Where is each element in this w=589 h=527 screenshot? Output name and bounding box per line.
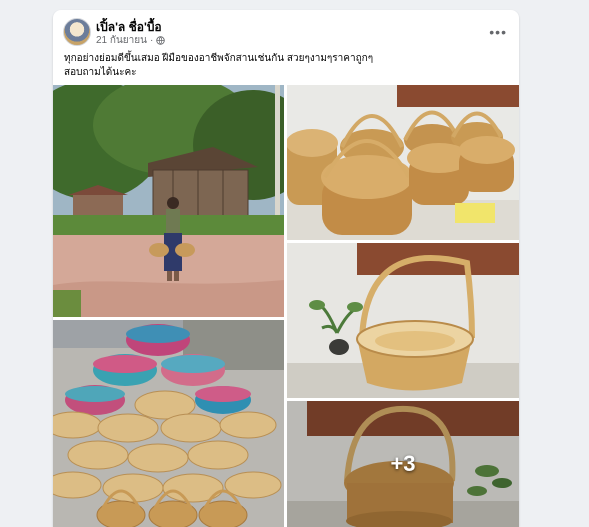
- post-caption: ทุกอย่างย่อมดีขึ้นเสมอ ฝีมือของอาชีพจักส…: [64, 52, 484, 80]
- post-date[interactable]: 21 กันยายน: [96, 33, 147, 48]
- post-card: เปิ้ล'ล ชื่อ'บื้อ 21 กันยายน · ••• ทุกอย…: [53, 10, 519, 527]
- caption-line-1: ทุกอย่างย่อมดีขึ้นเสมอ ฝีมือของอาชีพจักส…: [64, 53, 374, 64]
- more-options-icon[interactable]: •••: [489, 24, 507, 40]
- meta-separator: ·: [149, 35, 154, 46]
- photo-round-basket[interactable]: [287, 243, 519, 398]
- more-photos-count[interactable]: +3: [287, 401, 519, 527]
- caption-line-2: สอบถามได้นะคะ: [64, 67, 137, 78]
- globe-icon: [156, 36, 166, 45]
- photo-woman-with-baskets[interactable]: [53, 85, 284, 317]
- photo-more-baskets[interactable]: +3: [287, 401, 519, 527]
- photo-lidded-baskets[interactable]: [287, 85, 519, 240]
- post-meta: 21 กันยายน ·: [96, 33, 166, 48]
- photo-stacked-baskets[interactable]: [53, 320, 284, 527]
- author-avatar[interactable]: [63, 18, 91, 46]
